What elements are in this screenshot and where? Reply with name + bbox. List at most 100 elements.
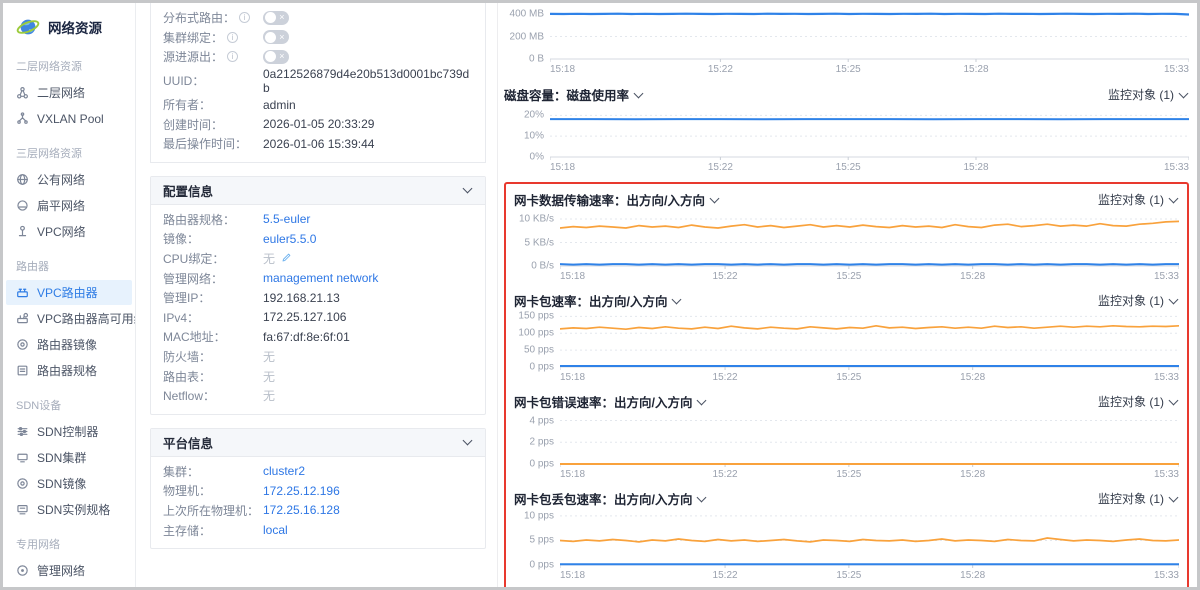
config-card: 配置信息 路由器规格：5.5-euler镜像：euler5.5.0CPU绑定：无… (150, 176, 486, 415)
chevron-down-icon[interactable] (710, 193, 720, 203)
sdn-image-icon (16, 477, 29, 490)
detail-label: 集群： (163, 463, 263, 480)
y-tick-label: 50 pps (524, 345, 554, 356)
app-window: 网络资源 二层网络资源二层网络VXLAN Pool三层网络资源公有网络扁平网络V… (0, 0, 1200, 590)
y-tick-label: 150 pps (518, 311, 554, 322)
chart-title: 网卡包错误速率：出方向/入方向 (514, 392, 707, 411)
detail-value: 无 (263, 348, 275, 365)
sidebar-item-label: 公有网络 (37, 171, 85, 188)
y-tick-label: 4 pps (530, 415, 554, 426)
monitor-object-dropdown[interactable]: 监控对象 (1) (1098, 191, 1179, 208)
x-tick-label: 15:18 (560, 271, 585, 282)
chart-plot (560, 511, 1179, 569)
sidebar-item[interactable]: 扁平网络 (6, 193, 132, 218)
chevron-down-icon[interactable] (463, 436, 473, 446)
detail-label: 路由表： (163, 368, 263, 385)
sidebar-item[interactable]: VPC网络 (6, 219, 132, 244)
monitor-object-dropdown[interactable]: 监控对象 (1) (1108, 86, 1189, 103)
detail-value: 无 (263, 250, 292, 267)
detail-value-link[interactable]: 172.25.16.128 (263, 503, 340, 517)
y-tick-label: 400 MB (510, 9, 544, 20)
sidebar-item[interactable]: 流量网络 (6, 584, 132, 587)
config-card-header[interactable]: 配置信息 (151, 177, 485, 205)
y-tick-label: 0 pps (530, 560, 554, 571)
chart-x-axis: 15:1815:2215:2515:2815:33 (560, 270, 1179, 283)
sidebar-item[interactable]: VXLAN Pool (6, 106, 132, 131)
detail-value-link[interactable]: 5.5-euler (263, 212, 310, 226)
x-tick-label: 15:25 (836, 162, 861, 173)
sidebar-item-label: 扁平网络 (37, 197, 85, 214)
monitor-object-dropdown[interactable]: 监控对象 (1) (1098, 393, 1179, 410)
y-tick-label: 200 MB (510, 31, 544, 42)
x-tick-label: 15:22 (713, 271, 738, 282)
detail-label: Netflow： (163, 387, 263, 404)
sidebar-item[interactable]: SDN镜像 (6, 471, 132, 496)
x-tick-label: 15:18 (560, 469, 585, 480)
detail-value: 2026-01-05 20:33:29 (263, 117, 374, 131)
y-tick-label: 0 pps (530, 362, 554, 373)
detail-label: UUID： (163, 72, 263, 89)
app-title: 网络资源 (48, 17, 102, 37)
detail-label: 分布式路由：i (163, 9, 263, 26)
y-tick-label: 5 KB/s (525, 237, 554, 248)
toggle-switch-off[interactable]: × (263, 30, 289, 44)
detail-value-link[interactable]: cluster2 (263, 464, 305, 478)
vpc-router-icon (16, 286, 29, 299)
detail-row: 主存储：local (163, 520, 473, 540)
edit-pencil-icon[interactable] (281, 252, 292, 266)
detail-value: 172.25.127.106 (263, 310, 346, 324)
x-tick-label: 15:33 (1154, 372, 1179, 383)
detail-value: fa:67:df:8e:6f:01 (263, 330, 350, 344)
chart-plot (550, 107, 1189, 161)
chevron-down-icon[interactable] (634, 88, 644, 98)
sidebar-group-heading: 专用网络 (3, 523, 135, 557)
x-tick-label: 15:28 (963, 162, 988, 173)
detail-value: 无 (263, 368, 275, 385)
x-tick-label: 15:18 (560, 372, 585, 383)
toggle-switch-off[interactable]: × (263, 50, 289, 64)
sidebar-item[interactable]: 路由器规格 (6, 358, 132, 383)
sidebar-item[interactable]: SDN集群 (6, 445, 132, 470)
router-spec-icon (16, 364, 29, 377)
x-tick-label: 15:28 (960, 372, 985, 383)
detail-value-link[interactable]: management network (263, 271, 378, 285)
sidebar: 网络资源 二层网络资源二层网络VXLAN Pool三层网络资源公有网络扁平网络V… (3, 3, 136, 587)
sidebar-item-label: SDN镜像 (37, 475, 86, 492)
platform-card-header[interactable]: 平台信息 (151, 429, 485, 457)
detail-value-link[interactable]: local (263, 523, 288, 537)
detail-label: MAC地址： (163, 328, 263, 345)
sidebar-item[interactable]: VPC路由器 (6, 280, 132, 305)
x-tick-label: 15:33 (1164, 162, 1189, 173)
sidebar-item[interactable]: SDN控制器 (6, 419, 132, 444)
sidebar-item[interactable]: 路由器镜像 (6, 332, 132, 357)
chart-header: 网卡包丢包速率：出方向/入方向监控对象 (1) (514, 486, 1179, 511)
info-icon: i (227, 51, 238, 62)
detail-row: 集群：cluster2 (163, 462, 473, 482)
chevron-down-icon[interactable] (672, 294, 682, 304)
toggle-switch-off[interactable]: × (263, 11, 289, 25)
chevron-down-icon[interactable] (697, 395, 707, 405)
sidebar-item[interactable]: 公有网络 (6, 167, 132, 192)
chart-y-axis: 0 B/s5 KB/s10 KB/s (514, 212, 560, 270)
x-tick-label: 15:22 (708, 162, 733, 173)
monitor-object-dropdown[interactable]: 监控对象 (1) (1098, 490, 1179, 507)
vxlan-pool-icon (16, 112, 29, 125)
sidebar-item[interactable]: 二层网络 (6, 80, 132, 105)
sidebar-item[interactable]: VPC路由器高可用组 (6, 306, 132, 331)
chart-memory-partial: 0 B200 MB400 MB15:1815:2215:2515:2815:33 (504, 5, 1189, 76)
sidebar-item-label: VPC路由器 (37, 284, 98, 301)
monitor-object-dropdown[interactable]: 监控对象 (1) (1098, 292, 1179, 309)
sidebar-item[interactable]: 管理网络 (6, 558, 132, 583)
chevron-down-icon[interactable] (697, 492, 707, 502)
detail-value: admin (263, 98, 296, 112)
y-tick-label: 2 pps (530, 437, 554, 448)
config-card-title: 配置信息 (163, 181, 213, 200)
chevron-down-icon[interactable] (463, 184, 473, 194)
y-tick-label: 0% (530, 152, 544, 163)
sidebar-item-label: 路由器规格 (37, 362, 97, 379)
chevron-down-icon (1179, 88, 1189, 98)
sidebar-item[interactable]: SDN实例规格 (6, 497, 132, 522)
detail-value-link[interactable]: 172.25.12.196 (263, 484, 340, 498)
chart-nic-drop-rate: 网卡包丢包速率：出方向/入方向监控对象 (1)0 pps5 pps10 pps1… (514, 486, 1179, 582)
detail-value-link[interactable]: euler5.5.0 (263, 232, 316, 246)
